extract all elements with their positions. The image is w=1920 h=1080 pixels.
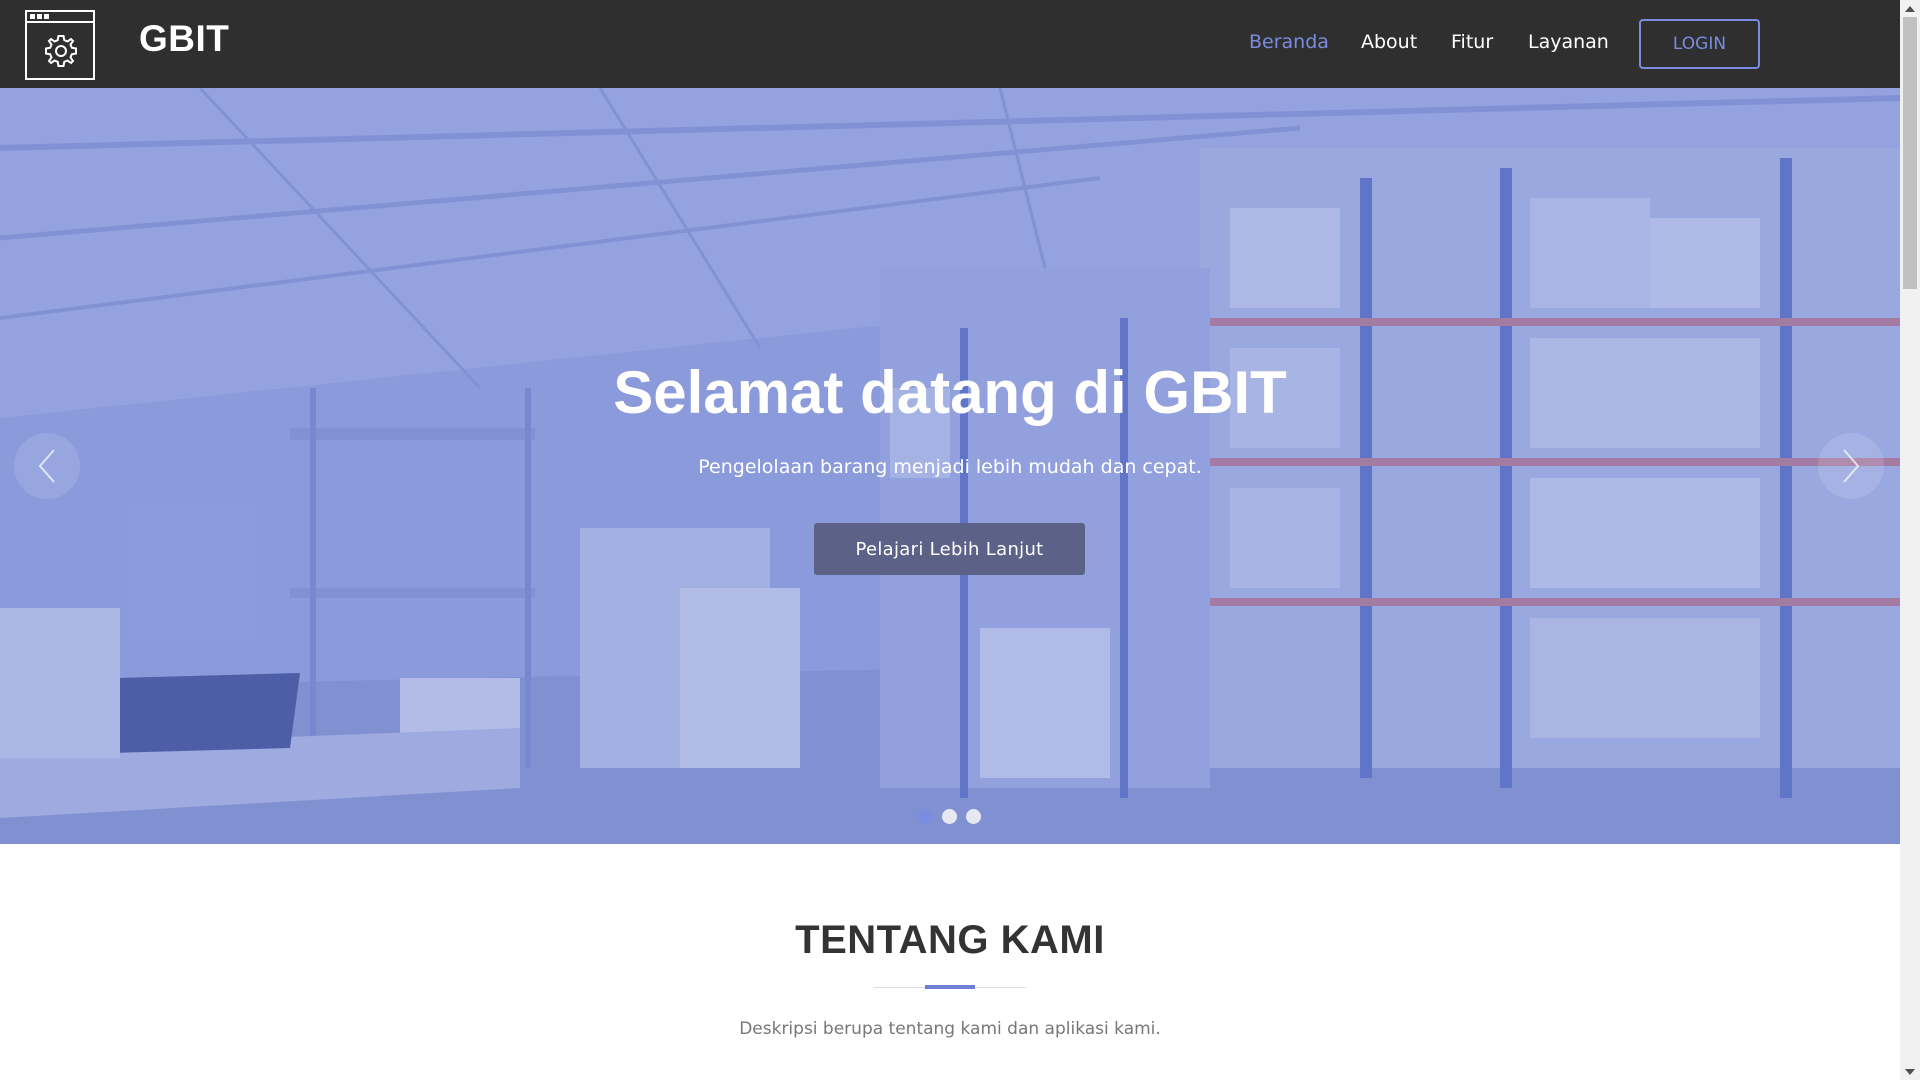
nav-fitur[interactable]: Fitur [1451,31,1493,53]
login-button[interactable]: LOGIN [1639,19,1760,69]
hero-title: Selamat datang di GBIT [613,359,1287,426]
carousel-indicator-1[interactable] [918,809,933,824]
window-bar [27,21,93,23]
vertical-scrollbar[interactable] [1900,0,1920,1080]
nav-layanan[interactable]: Layanan [1528,31,1609,53]
window-dots-icon [30,14,49,19]
section-description: Deskripsi berupa tentang kami dan aplika… [739,1019,1161,1039]
section-title: TENTANG KAMI [795,918,1105,962]
nav-beranda[interactable]: Beranda [1249,31,1329,53]
page: GBIT Beranda About Fitur Layanan LOGIN S… [0,0,1900,1080]
gear-icon [45,35,77,67]
scrollbar-thumb[interactable] [1903,17,1917,289]
learn-more-button[interactable]: Pelajari Lebih Lanjut [814,523,1085,575]
hero-carousel: Selamat datang di GBIT Pengelolaan baran… [0,88,1900,844]
logo[interactable] [25,10,95,80]
scroll-up-arrow-icon[interactable] [1900,0,1920,17]
scroll-down-arrow-icon[interactable] [1900,1063,1920,1080]
hero-subtitle: Pengelolaan barang menjadi lebih mudah d… [698,456,1202,478]
brand-name[interactable]: GBIT [139,18,229,60]
carousel-indicators [918,809,981,824]
nav-about[interactable]: About [1361,31,1417,53]
carousel-indicator-3[interactable] [966,809,981,824]
section-divider-accent [925,985,975,989]
navbar: GBIT Beranda About Fitur Layanan LOGIN [0,0,1900,88]
carousel-indicator-2[interactable] [942,809,957,824]
